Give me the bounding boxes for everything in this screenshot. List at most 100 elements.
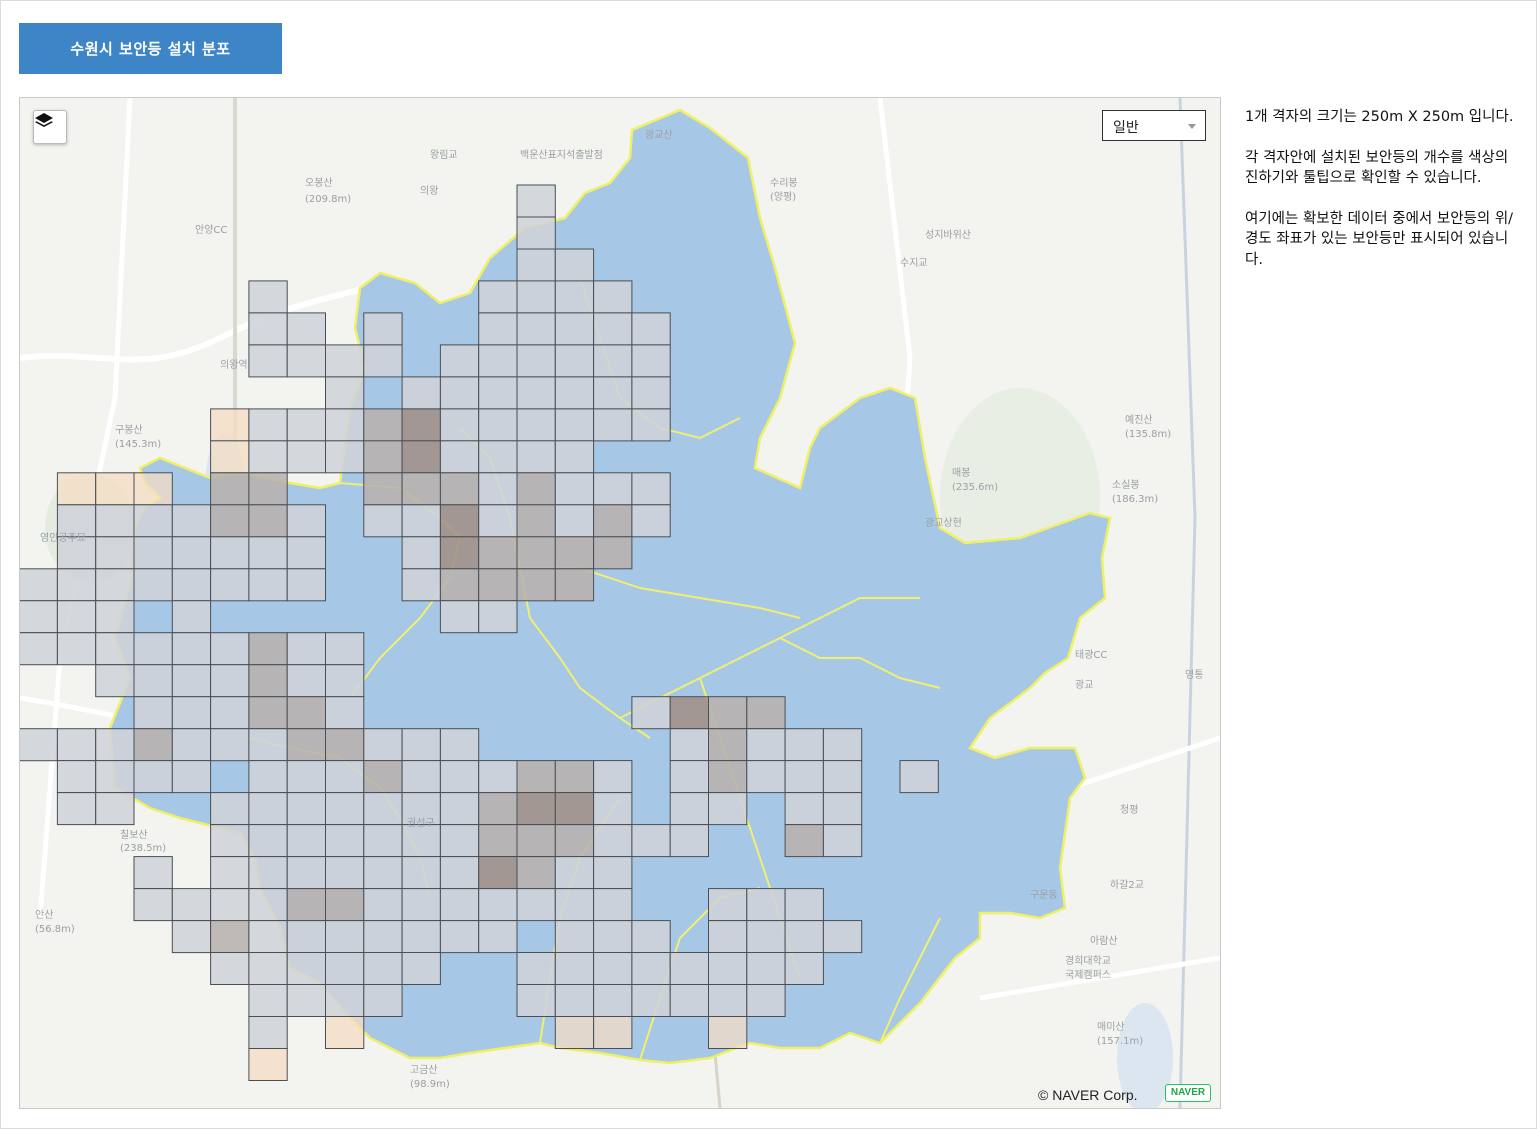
grid-cell[interactable] <box>95 632 135 666</box>
grid-cell[interactable] <box>171 760 212 794</box>
grid-cell[interactable] <box>439 888 480 922</box>
grid-cell[interactable] <box>401 952 441 985</box>
grid-cell[interactable] <box>593 984 633 1017</box>
grid-cell[interactable] <box>401 824 441 858</box>
grid-cell[interactable] <box>554 248 595 282</box>
grid-cell[interactable] <box>478 440 518 474</box>
grid-cell[interactable] <box>133 504 173 538</box>
grid-cell[interactable] <box>899 760 939 794</box>
grid-cell[interactable] <box>516 440 556 474</box>
grid-cell[interactable] <box>439 568 480 602</box>
grid-cell[interactable] <box>478 536 518 570</box>
grid-cell[interactable] <box>210 504 250 538</box>
grid-cell[interactable] <box>210 696 250 730</box>
grid-cell[interactable] <box>593 408 633 442</box>
grid-cell[interactable] <box>133 632 173 666</box>
grid-cell[interactable] <box>746 696 786 730</box>
grid-cell[interactable] <box>248 440 288 474</box>
grid-cell[interactable] <box>478 280 518 314</box>
grid-cell[interactable] <box>286 888 327 922</box>
grid-cell[interactable] <box>708 1016 748 1049</box>
grid-cell[interactable] <box>478 600 518 634</box>
grid-cell[interactable] <box>784 760 824 794</box>
grid-cell[interactable] <box>363 504 403 538</box>
grid-cell[interactable] <box>516 952 556 985</box>
grid-cell[interactable] <box>401 728 441 762</box>
grid-cell[interactable] <box>478 376 518 410</box>
grid-cell[interactable] <box>56 568 97 602</box>
grid-cell[interactable] <box>325 376 365 410</box>
grid-cell[interactable] <box>554 312 595 346</box>
grid-cell[interactable] <box>784 952 824 985</box>
grid-cell[interactable] <box>631 408 671 442</box>
grid-cell[interactable] <box>363 728 403 762</box>
grid-cell[interactable] <box>401 504 441 538</box>
grid-cell[interactable] <box>363 984 403 1017</box>
grid-cell[interactable] <box>669 696 710 730</box>
grid-cell[interactable] <box>56 600 97 634</box>
grid-cell[interactable] <box>669 760 710 794</box>
grid-cell[interactable] <box>593 824 633 858</box>
grid-cell[interactable] <box>95 760 135 794</box>
grid-cell[interactable] <box>554 280 595 314</box>
grid-cell[interactable] <box>248 696 288 730</box>
grid-cell[interactable] <box>439 600 480 634</box>
grid-cell[interactable] <box>478 408 518 442</box>
grid-cell[interactable] <box>363 408 403 442</box>
grid-cell[interactable] <box>210 888 250 922</box>
grid-cell[interactable] <box>784 888 824 922</box>
grid-cell[interactable] <box>516 472 556 506</box>
grid-cell[interactable] <box>708 696 748 730</box>
grid-cell[interactable] <box>554 408 595 442</box>
layers-icon[interactable] <box>33 110 67 144</box>
grid-cell[interactable] <box>133 568 173 602</box>
grid-cell[interactable] <box>401 376 441 410</box>
grid-cell[interactable] <box>669 792 710 826</box>
grid-cell[interactable] <box>286 696 327 730</box>
grid-cell[interactable] <box>325 888 365 922</box>
grid-cell[interactable] <box>784 792 824 826</box>
grid-cell[interactable] <box>363 760 403 794</box>
grid-cell[interactable] <box>822 824 863 858</box>
grid-cell[interactable] <box>286 440 327 474</box>
grid-cell[interactable] <box>363 824 403 858</box>
grid-cell[interactable] <box>56 632 97 666</box>
grid-cell[interactable] <box>822 792 863 826</box>
grid-cell[interactable] <box>439 376 480 410</box>
grid-cell[interactable] <box>401 760 441 794</box>
grid-cell[interactable] <box>325 920 365 954</box>
grid-cell[interactable] <box>593 504 633 538</box>
grid-cell[interactable] <box>746 952 786 985</box>
grid-cell[interactable] <box>516 984 556 1017</box>
grid-cell[interactable] <box>133 696 173 730</box>
grid-cell[interactable] <box>248 984 288 1017</box>
grid-cell[interactable] <box>631 376 671 410</box>
grid-cell[interactable] <box>325 984 365 1017</box>
grid-cell[interactable] <box>171 664 212 698</box>
grid-cell[interactable] <box>784 824 824 858</box>
grid-cell[interactable] <box>516 824 556 858</box>
grid-cell[interactable] <box>248 632 288 666</box>
grid-cell[interactable] <box>133 472 173 506</box>
grid-cell[interactable] <box>439 472 480 506</box>
grid-cell[interactable] <box>171 504 212 538</box>
grid-cell[interactable] <box>401 888 441 922</box>
grid-cell[interactable] <box>516 184 556 218</box>
grid-cell[interactable] <box>478 760 518 794</box>
grid-cell[interactable] <box>708 984 748 1017</box>
grid-cell[interactable] <box>20 600 58 634</box>
grid-cell[interactable] <box>248 792 288 826</box>
grid-cell[interactable] <box>248 1016 288 1049</box>
grid-cell[interactable] <box>95 472 135 506</box>
grid-cell[interactable] <box>210 824 250 858</box>
grid-cell[interactable] <box>554 344 595 378</box>
grid-cell[interactable] <box>516 280 556 314</box>
grid-cell[interactable] <box>631 312 671 346</box>
grid-cell[interactable] <box>363 888 403 922</box>
grid-cell[interactable] <box>746 888 786 922</box>
grid-cell[interactable] <box>286 728 327 762</box>
grid-cell[interactable] <box>56 792 97 826</box>
grid-cell[interactable] <box>593 792 633 826</box>
grid-cell[interactable] <box>708 792 748 826</box>
grid-cell[interactable] <box>822 760 863 794</box>
